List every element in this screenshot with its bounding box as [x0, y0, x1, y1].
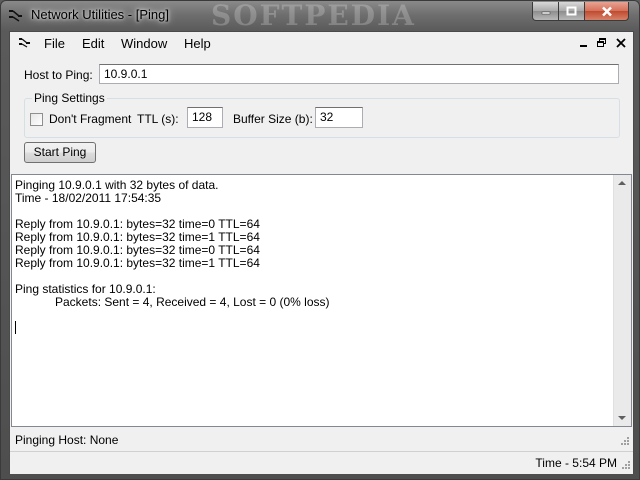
- maximize-button[interactable]: [558, 2, 585, 21]
- dont-fragment-label: Don't Fragment: [49, 112, 132, 126]
- status-time: Time - 5:54 PM: [535, 456, 617, 470]
- text-caret: [15, 321, 16, 334]
- maximize-icon: [566, 6, 577, 16]
- output-line: Reply from 10.9.0.1: bytes=32 time=0 TTL…: [15, 217, 260, 231]
- buffer-size-label: Buffer Size (b):: [233, 112, 313, 126]
- output-line: Packets: Sent = 4, Received = 4, Lost = …: [15, 295, 330, 309]
- ping-output-text: Pinging 10.9.0.1 with 32 bytes of data. …: [15, 179, 329, 309]
- minimize-icon: [541, 11, 550, 15]
- watermark: SOFTPEDIA: [211, 0, 416, 32]
- scroll-down-icon[interactable]: [618, 416, 626, 420]
- output-line: Reply from 10.9.0.1: bytes=32 time=1 TTL…: [15, 256, 260, 270]
- menu-bar: File Edit Window Help: [10, 32, 633, 55]
- app-window: SOFTPEDIA Network Utilities - [Ping] Fil…: [0, 0, 640, 480]
- buffer-size-input[interactable]: 32: [315, 107, 363, 128]
- close-icon: [601, 6, 612, 16]
- host-label: Host to Ping:: [24, 68, 93, 82]
- close-button[interactable]: [584, 2, 629, 21]
- window-resize-grip-icon[interactable]: [619, 460, 631, 472]
- output-line: Pinging 10.9.0.1 with 32 bytes of data.: [15, 178, 219, 192]
- start-ping-button[interactable]: Start Ping: [24, 142, 96, 163]
- child-minimize-icon[interactable]: [578, 37, 590, 49]
- host-input[interactable]: 10.9.0.1: [99, 64, 619, 84]
- child-restore-icon[interactable]: [596, 37, 608, 49]
- ping-settings-title: Ping Settings: [32, 91, 107, 105]
- title-bar[interactable]: SOFTPEDIA Network Utilities - [Ping]: [1, 0, 639, 32]
- output-line: Time - 18/02/2011 17:54:35: [15, 191, 162, 205]
- network-utilities-icon: [9, 10, 22, 22]
- menu-help[interactable]: Help: [183, 36, 212, 51]
- menu-window[interactable]: Window: [120, 36, 168, 51]
- menu-file[interactable]: File: [43, 36, 66, 51]
- ttl-label: TTL (s):: [137, 112, 179, 126]
- ping-settings-group: Ping Settings Don't Fragment TTL (s): 12…: [24, 91, 620, 138]
- output-line: Reply from 10.9.0.1: bytes=32 time=1 TTL…: [15, 230, 260, 244]
- output-line: Reply from 10.9.0.1: bytes=32 time=0 TTL…: [15, 243, 260, 257]
- dont-fragment-checkbox[interactable]: [30, 113, 43, 126]
- pinging-host-status: Pinging Host: None: [15, 433, 119, 447]
- vertical-scrollbar[interactable]: [613, 175, 631, 426]
- client-area: File Edit Window Help Host to Ping: 10.9…: [9, 31, 634, 474]
- status-bar: Time - 5:54 PM: [10, 451, 633, 474]
- output-line: Ping statistics for 10.9.0.1:: [15, 282, 156, 296]
- ttl-input[interactable]: 128: [187, 107, 223, 128]
- child-close-icon[interactable]: [615, 37, 627, 49]
- ping-output-textarea[interactable]: Pinging 10.9.0.1 with 32 bytes of data. …: [11, 174, 632, 427]
- document-icon[interactable]: [18, 36, 32, 50]
- scroll-up-icon[interactable]: [618, 181, 626, 185]
- resize-grip-icon[interactable]: [618, 436, 630, 448]
- menu-edit[interactable]: Edit: [81, 36, 105, 51]
- window-title: Network Utilities - [Ping]: [31, 7, 169, 22]
- minimize-button[interactable]: [532, 2, 559, 21]
